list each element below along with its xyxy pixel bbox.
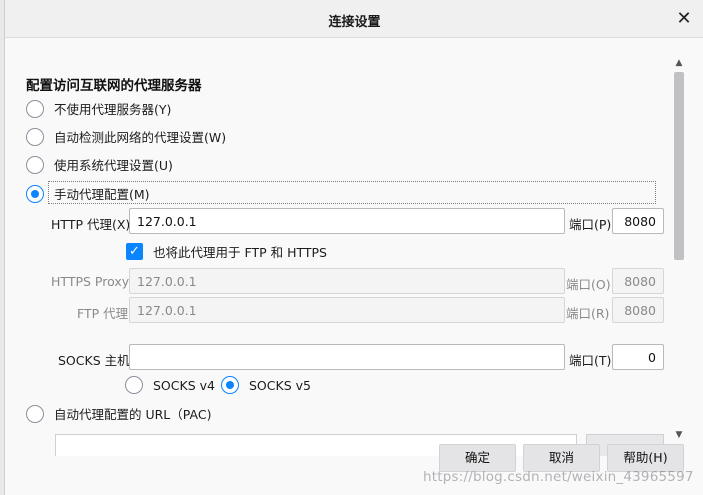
- radio-label: 不使用代理服务器(Y): [54, 102, 172, 117]
- radio-pac-url[interactable]: 自动代理配置的 URL（PAC): [26, 404, 211, 423]
- scroll-down-icon[interactable]: ▼: [672, 428, 686, 442]
- radio-button[interactable]: [125, 376, 143, 394]
- radio-button[interactable]: [26, 155, 44, 174]
- socks-host-input[interactable]: [129, 344, 565, 370]
- radio-button[interactable]: [26, 99, 44, 118]
- ftp-port-input: 8080: [612, 297, 664, 323]
- https-port-label: 端口(O): [566, 277, 611, 292]
- ftp-port-label: 端口(R): [566, 306, 610, 321]
- radio-label: SOCKS v4: [153, 377, 215, 393]
- radio-manual-proxy[interactable]: 手动代理配置(M): [26, 184, 150, 203]
- checkbox-label: 也将此代理用于 FTP 和 HTTPS: [153, 245, 327, 260]
- radio-socks-v4[interactable]: SOCKS v4: [125, 376, 215, 394]
- socks-port-label: 端口(T): [569, 353, 612, 368]
- also-use-checkbox-row[interactable]: ✓ 也将此代理用于 FTP 和 HTTPS: [126, 242, 327, 261]
- connection-settings-dialog: 连接设置 ✕ 配置访问互联网的代理服务器 不使用代理服务器(Y) 自动检测此网络…: [4, 0, 703, 495]
- scrollbar[interactable]: ▲ ▼: [672, 56, 686, 442]
- http-port-input[interactable]: 8080: [612, 208, 664, 234]
- radio-button[interactable]: [26, 127, 44, 146]
- https-proxy-input: 127.0.0.1: [129, 268, 565, 294]
- radio-label: 使用系统代理设置(U): [54, 158, 173, 173]
- dialog-title: 连接设置: [328, 15, 381, 30]
- radio-system-proxy[interactable]: 使用系统代理设置(U): [26, 155, 173, 174]
- radio-no-proxy[interactable]: 不使用代理服务器(Y): [26, 99, 171, 118]
- http-proxy-label: HTTP 代理(X): [51, 217, 131, 232]
- radio-label: 自动代理配置的 URL（PAC): [54, 407, 212, 422]
- radio-label: SOCKS v5: [249, 377, 311, 393]
- radio-button-selected[interactable]: [26, 184, 44, 203]
- section-heading: 配置访问互联网的代理服务器: [26, 78, 202, 94]
- http-port-label: 端口(P): [569, 217, 612, 232]
- dialog-content: 配置访问互联网的代理服务器 不使用代理服务器(Y) 自动检测此网络的代理设置(W…: [5, 38, 703, 495]
- ftp-proxy-label: FTP 代理: [77, 306, 129, 321]
- help-button[interactable]: 帮助(H): [607, 444, 684, 472]
- cancel-button[interactable]: 取消: [523, 444, 600, 472]
- checkbox-checked-icon[interactable]: ✓: [126, 243, 143, 260]
- ftp-proxy-input: 127.0.0.1: [129, 297, 565, 323]
- scroll-thumb[interactable]: [674, 72, 684, 260]
- radio-label: 自动检测此网络的代理设置(W): [54, 130, 227, 145]
- socks-host-label: SOCKS 主机: [58, 353, 130, 368]
- radio-socks-v5[interactable]: SOCKS v5: [221, 376, 311, 394]
- radio-auto-detect[interactable]: 自动检测此网络的代理设置(W): [26, 127, 226, 146]
- dialog-titlebar: 连接设置 ✕: [5, 0, 703, 38]
- scroll-up-icon[interactable]: ▲: [672, 56, 686, 70]
- socks-port-input[interactable]: 0: [612, 344, 664, 370]
- radio-button-selected[interactable]: [221, 376, 239, 394]
- https-proxy-label: HTTPS Proxy: [51, 274, 130, 289]
- ok-button[interactable]: 确定: [439, 444, 516, 472]
- radio-button[interactable]: [26, 404, 44, 423]
- https-port-input: 8080: [612, 268, 664, 294]
- http-proxy-input[interactable]: 127.0.0.1: [129, 208, 565, 234]
- close-icon[interactable]: ✕: [674, 9, 694, 29]
- watermark-text: https://blog.csdn.net/weixin_43965597: [423, 469, 694, 485]
- radio-label: 手动代理配置(M): [54, 187, 150, 202]
